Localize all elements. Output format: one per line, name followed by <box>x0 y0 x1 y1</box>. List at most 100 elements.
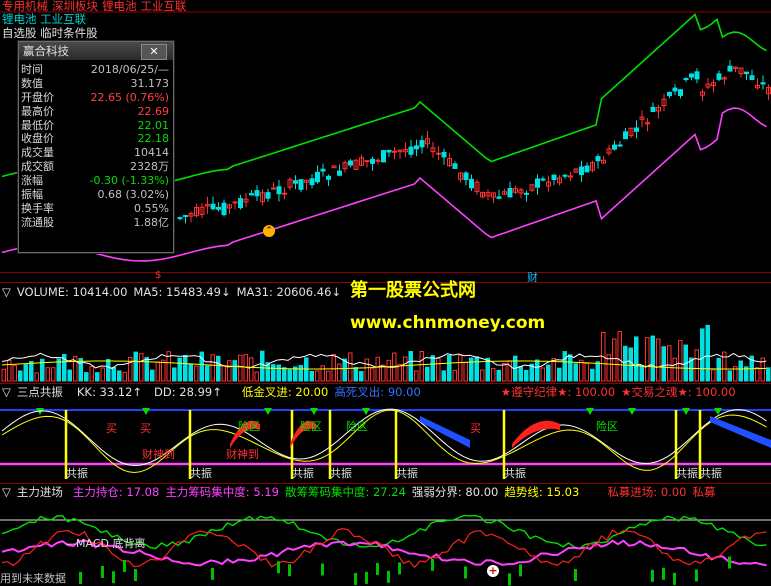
data-row-label: 最低价 <box>21 118 54 132</box>
data-row-label: 成交额 <box>21 160 54 174</box>
candle-body <box>749 75 755 81</box>
volume-bar <box>84 372 89 382</box>
candle-body <box>535 178 540 188</box>
data-window-title[interactable]: 赢合科技 ✕ <box>19 42 173 60</box>
volume-bar <box>155 361 160 382</box>
data-row-label: 换手率 <box>21 201 54 215</box>
caishen-label: 财神到 <box>226 448 259 461</box>
data-row: 开盘价 22.65 (0.76%) <box>19 91 173 105</box>
volume-bar <box>150 369 155 382</box>
zhuli-pane[interactable]: ▽ 主力进场 主力持仓: 17.08 主力筹码集中度: 5.19 散筹筹码集中度: 27… <box>0 484 771 586</box>
buy-label: 买 <box>470 422 481 435</box>
volume-bar <box>562 351 567 382</box>
volume-bar <box>441 370 446 382</box>
gongzhen-label: 共振 <box>292 467 314 480</box>
volume-bar <box>535 359 540 382</box>
candle-body <box>579 166 584 176</box>
private-bar <box>464 566 467 579</box>
volume-bar <box>452 369 457 382</box>
candle-body <box>540 178 546 181</box>
candle-body <box>238 198 243 209</box>
private-bar <box>574 569 577 582</box>
private-bar <box>101 565 104 578</box>
data-row-value: 22.01 <box>137 118 170 132</box>
volume-bar <box>199 351 204 382</box>
data-row: 流通股 1.88亿 <box>19 216 173 230</box>
sector-tag[interactable]: 工业互联 <box>141 0 187 13</box>
volume-bar <box>672 357 677 382</box>
candle-body <box>386 149 392 153</box>
data-row-value: 31.173 <box>130 76 170 90</box>
volume-bar <box>260 350 265 382</box>
candle-body <box>436 152 441 155</box>
sector-tag[interactable]: 锂电池 <box>102 0 137 13</box>
private-bar <box>673 572 676 585</box>
private-bar <box>376 563 379 576</box>
candle-body <box>419 140 425 148</box>
volume-bar <box>7 359 12 382</box>
candle-body <box>650 106 656 112</box>
volume-bar <box>386 359 391 382</box>
candle-body <box>348 160 353 166</box>
private-value: 私募进场: 0.00 <box>607 485 687 499</box>
volume-bar <box>408 350 413 382</box>
candle-body <box>562 174 568 177</box>
volume-bar <box>12 364 17 382</box>
gongzhen-label: 共振 <box>66 467 88 480</box>
volume-bar <box>67 369 72 382</box>
volume-bar <box>353 367 358 382</box>
sandian-pane[interactable]: ▽ 三点共振 KK: 33.12↑ DD: 28.99↑ 低金叉进: 20.00 高死叉出… <box>0 384 771 483</box>
candle-body <box>408 146 414 155</box>
data-row-label: 成交量 <box>21 146 54 160</box>
volume-bar <box>106 359 111 382</box>
volume-bar <box>595 361 600 382</box>
scatter-value: 散筹筹码集中度: 27.24 <box>284 485 406 499</box>
candle-body <box>381 150 386 163</box>
volume-bar <box>287 369 292 382</box>
gongzhen-label: 共振 <box>190 467 212 480</box>
volume-bar <box>210 354 215 382</box>
data-row: 换手率 0.55% <box>19 202 173 216</box>
data-row-value: 0.55% <box>134 201 169 215</box>
volume-bar <box>232 360 237 382</box>
candle-body <box>315 171 320 183</box>
candle-body <box>337 170 342 176</box>
close-icon[interactable]: ✕ <box>141 44 167 60</box>
data-row-value: 0.68 (3.02%) <box>97 188 169 202</box>
data-window[interactable]: 赢合科技 ✕ 时间 2018/06/25/— 数值 31.173 开盘价 22.65 (0… <box>18 41 174 253</box>
volume-bar <box>705 324 710 382</box>
volume-bar <box>117 370 122 382</box>
candle-body <box>744 71 749 75</box>
volume-bar <box>755 367 760 382</box>
volume-bar <box>326 370 331 382</box>
volume-bar <box>568 354 573 382</box>
volume-bar <box>727 370 732 382</box>
volume-bar <box>23 364 28 382</box>
candle-body <box>507 187 513 198</box>
candle-body <box>634 127 639 132</box>
up-arrow-icon[interactable]: ⌃ <box>263 225 275 237</box>
volume-bar <box>766 367 771 382</box>
volume-value: VOLUME: 10414.00 <box>16 285 128 299</box>
plus-icon[interactable]: + <box>487 565 499 577</box>
volume-bar <box>540 367 545 382</box>
private-bar <box>398 562 401 575</box>
data-row-label: 涨幅 <box>21 174 43 188</box>
candle-body <box>667 91 672 97</box>
future-data-label: 用到未来数据 <box>0 572 66 585</box>
private-bar <box>431 558 434 571</box>
volume-bar <box>645 337 650 382</box>
data-row-value: 22.65 (0.76%) <box>90 90 169 104</box>
volume-bar <box>364 358 369 382</box>
dd-value: DD: 28.99 <box>154 385 213 399</box>
private-bar <box>277 561 280 574</box>
volume-bar <box>320 365 325 382</box>
candle-body <box>469 178 474 189</box>
volume-bar <box>227 360 232 382</box>
candle-body <box>221 202 227 216</box>
volume-bar <box>34 372 39 382</box>
volume-bar <box>700 328 705 382</box>
candle-body <box>716 73 722 80</box>
volume-bar <box>458 354 463 382</box>
data-row-value: 1.88亿 <box>133 215 170 229</box>
